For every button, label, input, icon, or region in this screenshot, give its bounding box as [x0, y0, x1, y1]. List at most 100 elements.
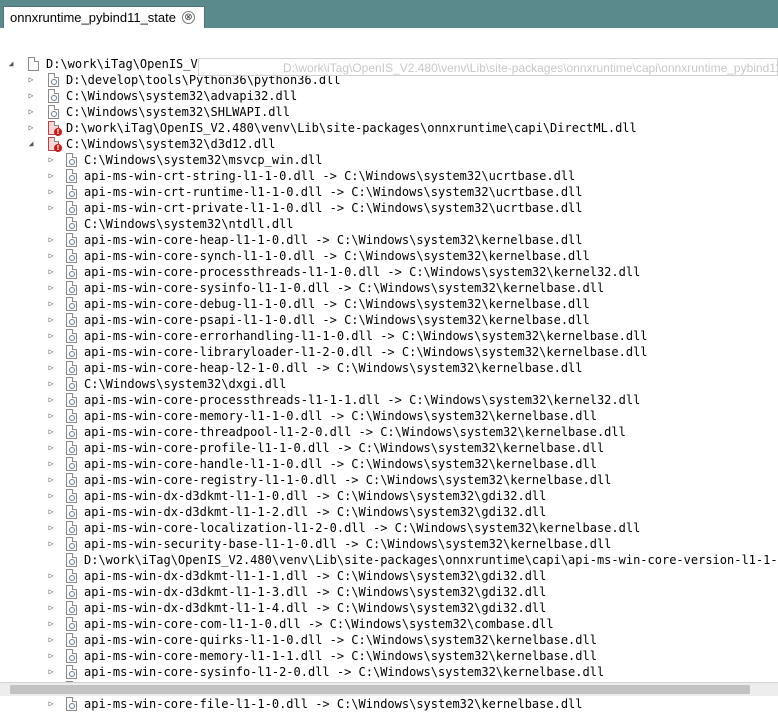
tree-node[interactable]: ▷ api-ms-win-core-com-l1-1-0.dll -> C:\Wi…	[0, 616, 778, 632]
tab-onnxruntime-pybind11-state[interactable]: onnxruntime_pybind11_state ⊗	[3, 6, 205, 28]
tree-node[interactable]: ▷ api-ms-win-core-profile-l1-1-0.dll -> C…	[0, 440, 778, 456]
expand-toggle-icon[interactable]: ▷	[46, 328, 56, 344]
expand-toggle-icon[interactable]: ▷	[46, 280, 56, 296]
tree-node-label: api-ms-win-core-profile-l1-1-0.dll -> C:…	[84, 441, 605, 455]
expand-toggle-icon[interactable]: ▷	[46, 376, 56, 392]
dll-module-icon	[48, 89, 59, 103]
close-tab-icon[interactable]: ⊗	[182, 11, 195, 24]
dll-module-icon	[66, 281, 77, 295]
tree-node[interactable]: ▷ api-ms-win-core-processthreads-l1-1-1.d…	[0, 392, 778, 408]
expand-toggle-icon[interactable]: ▷	[46, 248, 56, 264]
tree-node[interactable]: ▷ api-ms-win-dx-d3dkmt-l1-1-3.dll -> C:\W…	[0, 584, 778, 600]
tree-node[interactable]: ▷ api-ms-win-core-threadpool-l1-2-0.dll -…	[0, 424, 778, 440]
expand-toggle-icon[interactable]: ▷	[46, 472, 56, 488]
tree-node[interactable]: ▷ api-ms-win-dx-d3dkmt-l1-1-1.dll -> C:\W…	[0, 568, 778, 584]
horizontal-scrollbar[interactable]	[0, 682, 778, 696]
expand-toggle-icon[interactable]: ▷	[46, 408, 56, 424]
tree-node[interactable]: ▷ api-ms-win-core-memory-l1-1-1.dll -> C:…	[0, 648, 778, 664]
expand-toggle-icon[interactable]: ▷	[46, 392, 56, 408]
tree-node[interactable]: ▷ api-ms-win-core-quirks-l1-1-0.dll -> C:…	[0, 632, 778, 648]
tree-node[interactable]: ▷ api-ms-win-core-localization-l1-2-0.dll…	[0, 520, 778, 536]
expand-toggle-icon[interactable]: ▷	[46, 520, 56, 536]
expand-toggle-icon[interactable]: ▷	[46, 360, 56, 376]
tree-node[interactable]: ▷ api-ms-win-core-file-l1-1-0.dll -> C:\W…	[0, 696, 778, 712]
expand-toggle-icon[interactable]: ▷	[26, 88, 36, 104]
tree-node[interactable]: ▷ api-ms-win-core-heap-l2-1-0.dll -> C:\W…	[0, 360, 778, 376]
expand-toggle-icon[interactable]: ▷	[46, 632, 56, 648]
dll-module-icon	[66, 185, 77, 199]
tree-node[interactable]: ▷ D:\work\iTag\OpenIS_V2.480\venv\Lib\sit…	[0, 120, 778, 136]
tree-node[interactable]: ▷ api-ms-win-dx-d3dkmt-l1-1-0.dll -> C:\W…	[0, 488, 778, 504]
expand-toggle-icon[interactable]: ▷	[46, 696, 56, 712]
expand-toggle-icon[interactable]: ▷	[46, 568, 56, 584]
expand-toggle-icon[interactable]: ▷	[46, 440, 56, 456]
tree-node[interactable]: ▷ api-ms-win-core-libraryloader-l1-2-0.dl…	[0, 344, 778, 360]
dll-module-icon	[66, 665, 77, 679]
tree-node[interactable]: ▷ api-ms-win-dx-d3dkmt-l1-1-4.dll -> C:\W…	[0, 600, 778, 616]
expand-toggle-icon[interactable]: ▷	[46, 456, 56, 472]
expand-toggle-icon[interactable]: ▷	[46, 184, 56, 200]
expand-toggle-icon[interactable]: ▷	[46, 296, 56, 312]
tree-node[interactable]: ▷ C:\Windows\system32\msvcp_win.dll	[0, 152, 778, 168]
tree-node-label: D:\work\iTag\OpenIS_V2.480\venv\Lib\site…	[84, 553, 778, 567]
tree-node[interactable]: ▷ api-ms-win-crt-runtime-l1-1-0.dll -> C:…	[0, 184, 778, 200]
expand-toggle-icon[interactable]: ▷	[46, 664, 56, 680]
expand-toggle-icon[interactable]: ▷	[46, 616, 56, 632]
tree-node[interactable]: ▷ api-ms-win-core-handle-l1-1-0.dll -> C:…	[0, 456, 778, 472]
tree-node[interactable]: ▷ api-ms-win-security-base-l1-1-0.dll -> …	[0, 536, 778, 552]
tree-node[interactable]: ▷ api-ms-win-crt-private-l1-1-0.dll -> C:…	[0, 200, 778, 216]
expand-toggle-icon[interactable]: ▷	[46, 152, 56, 168]
dll-module-icon	[66, 249, 77, 263]
expand-toggle-icon[interactable]: ▷	[46, 600, 56, 616]
expand-toggle-icon[interactable]: ▷	[46, 648, 56, 664]
tree-node-label: C:\Windows\system32\ntdll.dll	[84, 217, 294, 231]
tree-node-label: api-ms-win-crt-private-l1-1-0.dll -> C:\…	[84, 201, 583, 215]
tree-node-label: api-ms-win-core-sysinfo-l1-1-0.dll -> C:…	[84, 281, 605, 295]
expand-toggle-icon[interactable]: ▷	[26, 104, 36, 120]
dll-module-icon	[66, 457, 77, 471]
tree-node[interactable]: ▷ api-ms-win-core-debug-l1-1-0.dll -> C:\…	[0, 296, 778, 312]
expand-toggle-icon[interactable]: ▷	[46, 200, 56, 216]
expand-toggle-icon[interactable]: ▷	[46, 584, 56, 600]
tree-node[interactable]: ▷ api-ms-win-core-memory-l1-1-0.dll -> C:…	[0, 408, 778, 424]
expand-toggle-icon[interactable]: ▷	[46, 344, 56, 360]
tree-node[interactable]: ▷ api-ms-win-core-psapi-l1-1-0.dll -> C:\…	[0, 312, 778, 328]
expand-toggle-icon[interactable]: ▷	[26, 72, 36, 88]
expand-toggle-icon[interactable]: ▷	[46, 168, 56, 184]
tree-node-label: api-ms-win-core-errorhandling-l1-1-0.dll…	[84, 329, 648, 343]
expand-toggle-icon[interactable]: ▷	[46, 264, 56, 280]
tree-node[interactable]: ▷ D:\develop\tools\Python36\python36.dll	[0, 72, 778, 88]
expand-toggle-icon[interactable]: ▷	[46, 424, 56, 440]
collapse-toggle-icon[interactable]: ◢	[26, 136, 36, 152]
dll-module-icon	[66, 441, 77, 455]
expand-toggle-icon[interactable]: ▷	[46, 232, 56, 248]
tree-node[interactable]: C:\Windows\system32\ntdll.dll	[0, 216, 778, 232]
tree-node[interactable]: ▷ api-ms-win-crt-string-l1-1-0.dll -> C:\…	[0, 168, 778, 184]
tree-node[interactable]: ▷ api-ms-win-core-sysinfo-l1-2-0.dll -> C…	[0, 664, 778, 680]
tree-node[interactable]: ▷ api-ms-win-core-sysinfo-l1-1-0.dll -> C…	[0, 280, 778, 296]
expand-toggle-icon[interactable]: ▷	[46, 488, 56, 504]
tree-node[interactable]: ▷ C:\Windows\system32\advapi32.dll	[0, 88, 778, 104]
tree-node[interactable]: ▷ C:\Windows\system32\SHLWAPI.dll	[0, 104, 778, 120]
tree-node[interactable]: ▷ api-ms-win-core-errorhandling-l1-1-0.dl…	[0, 328, 778, 344]
tree-node-label: api-ms-win-core-psapi-l1-1-0.dll -> C:\W…	[84, 313, 590, 327]
tree-node[interactable]: ▷ api-ms-win-core-processthreads-l1-1-0.d…	[0, 264, 778, 280]
expand-toggle-icon[interactable]: ▷	[46, 312, 56, 328]
expand-toggle-icon[interactable]: ▷	[46, 536, 56, 552]
scrollbar-thumb[interactable]	[10, 685, 750, 694]
tree-node[interactable]: ◢ D:\work\iTag\OpenIS_V2.480\venv\Lib\sit…	[0, 56, 778, 72]
tree-node[interactable]: ▷ api-ms-win-core-registry-l1-1-0.dll -> …	[0, 472, 778, 488]
dll-module-icon	[66, 201, 77, 215]
tree-node-label: api-ms-win-dx-d3dkmt-l1-1-4.dll -> C:\Wi…	[84, 601, 547, 615]
dll-module-icon	[66, 393, 77, 407]
tree-node[interactable]: D:\work\iTag\OpenIS_V2.480\venv\Lib\site…	[0, 552, 778, 568]
tree-node[interactable]: ◢ C:\Windows\system32\d3d12.dll	[0, 136, 778, 152]
tree-node[interactable]: ▷ api-ms-win-dx-d3dkmt-l1-1-2.dll -> C:\W…	[0, 504, 778, 520]
collapse-toggle-icon[interactable]: ◢	[6, 56, 16, 72]
tree-node[interactable]: ▷ C:\Windows\system32\dxgi.dll	[0, 376, 778, 392]
expand-toggle-icon[interactable]: ▷	[46, 504, 56, 520]
tree-node[interactable]: ▷ api-ms-win-core-heap-l1-1-0.dll -> C:\W…	[0, 232, 778, 248]
tree-node-label: C:\Windows\system32\advapi32.dll	[66, 89, 298, 103]
expand-toggle-icon[interactable]: ▷	[26, 120, 36, 136]
tree-node[interactable]: ▷ api-ms-win-core-synch-l1-1-0.dll -> C:\…	[0, 248, 778, 264]
